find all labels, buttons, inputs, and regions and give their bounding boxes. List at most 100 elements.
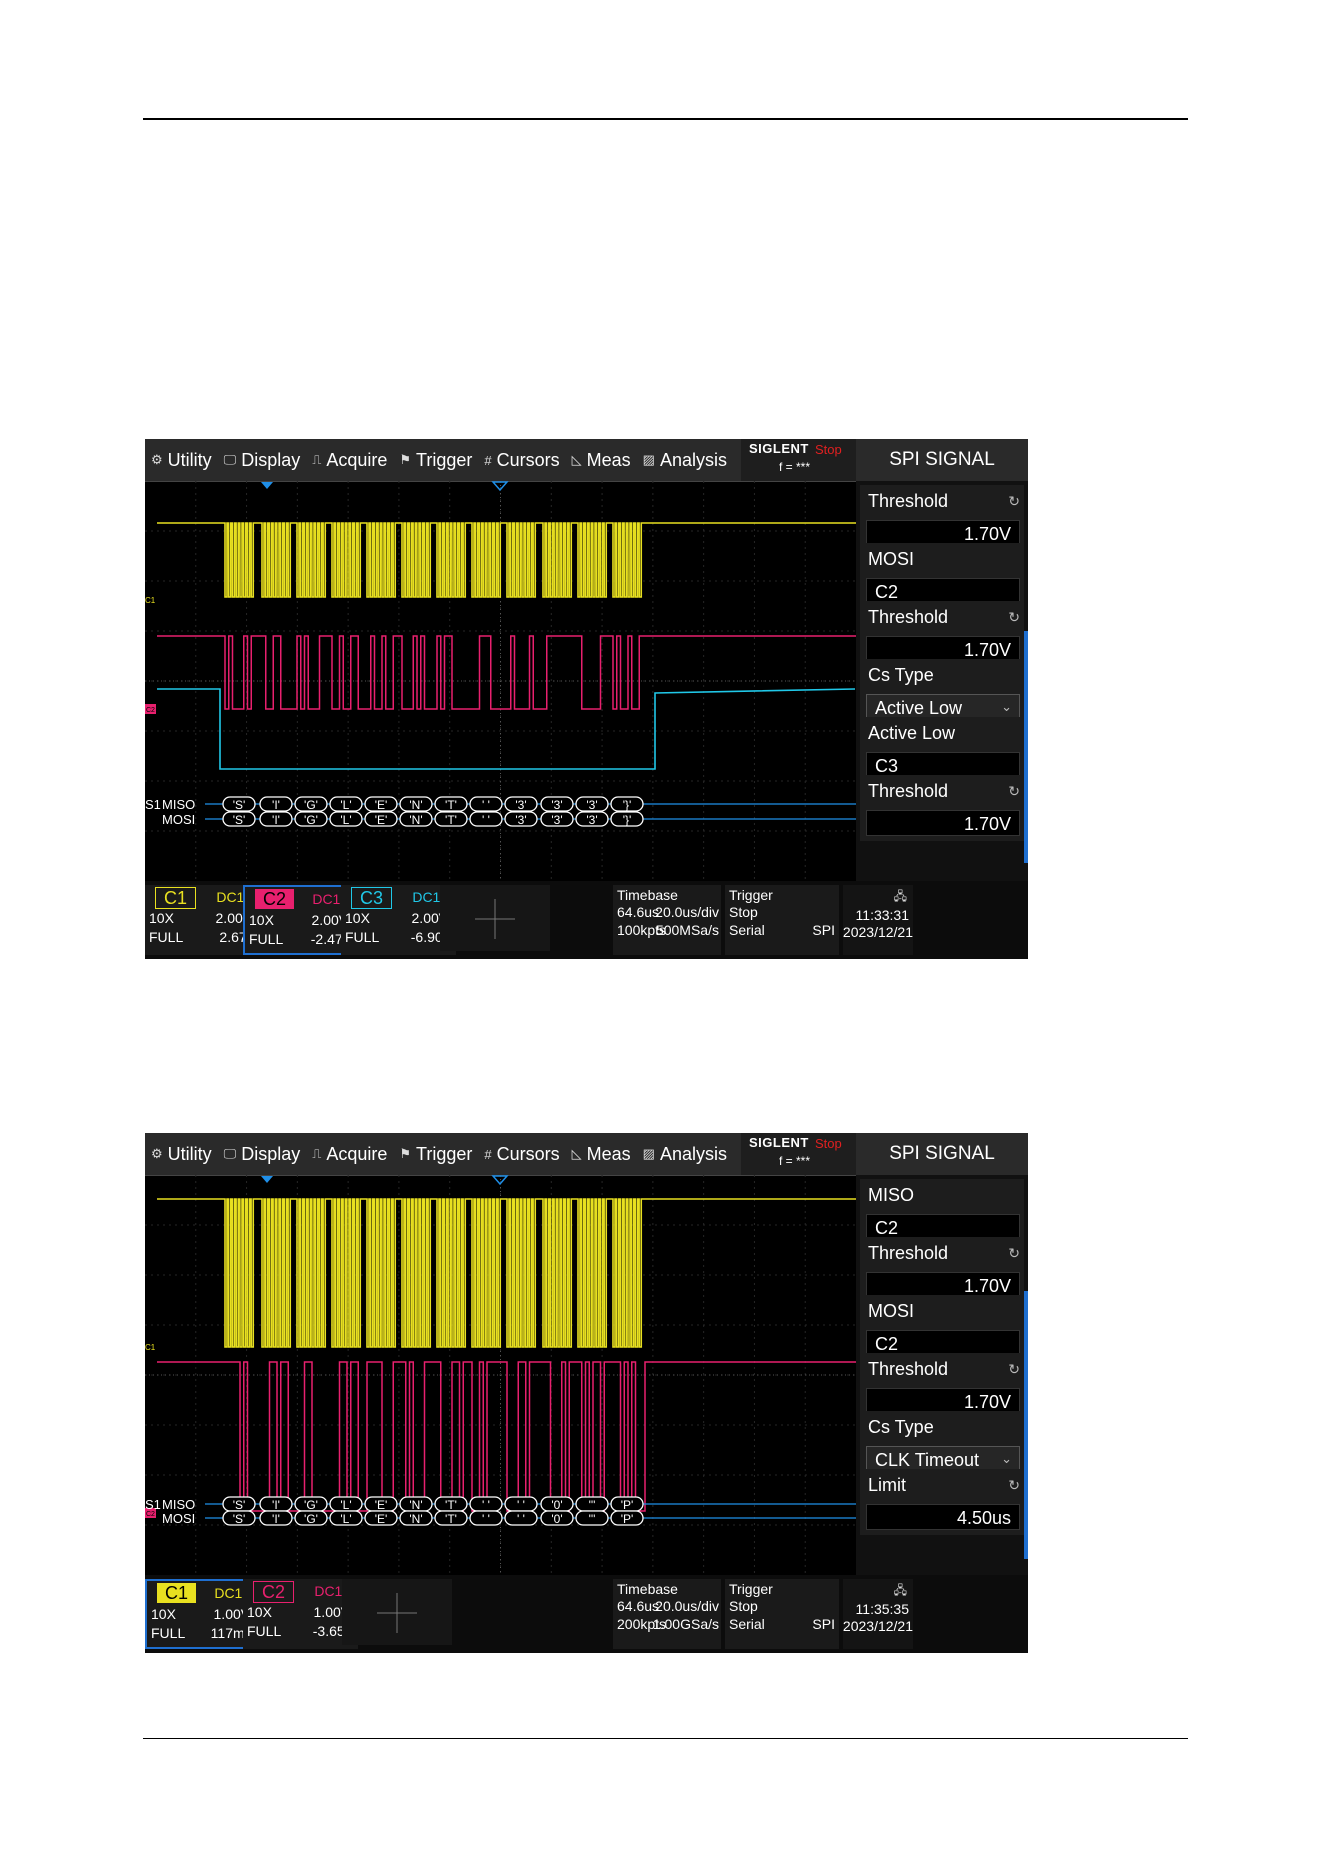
trigger-position-marker[interactable]: [261, 482, 273, 489]
mosi-decoded-byte[interactable]: 'L': [329, 1510, 363, 1526]
mosi-decoded-byte[interactable]: '3': [504, 811, 538, 827]
mosi-decoded-byte[interactable]: 'P': [610, 1510, 644, 1526]
miso-decoded-byte[interactable]: 'L': [329, 796, 363, 812]
mosi-decoded-byte[interactable]: 'T': [434, 811, 468, 827]
miso-decoded-byte[interactable]: 'E': [364, 1496, 398, 1512]
panel-item-active-low[interactable]: Active Low C3: [860, 717, 1024, 783]
mosi-decoded-byte[interactable]: ' ': [469, 1510, 503, 1526]
timebase-box[interactable]: Timebase 64.6us 20.0us/div 200kpts 1.00GSa/s: [613, 1579, 721, 1649]
mosi-decoded-byte[interactable]: 'E': [364, 811, 398, 827]
timebase-box[interactable]: Timebase 64.6us 20.0us/div 100kpts 500MSa/s: [613, 885, 721, 955]
oscilloscope-screen-2: ⚙ Utility 🖵 Display ⎍ Acquire ⚑ Trigger # Cur…: [145, 1133, 1028, 1653]
panel-scrollbar[interactable]: [1024, 631, 1028, 863]
mosi-decoded-byte[interactable]: 'G': [294, 1510, 328, 1526]
miso-decoded-byte[interactable]: 'I': [259, 796, 293, 812]
menu-cursors[interactable]: # Cursors: [478, 1133, 565, 1175]
panel-item-mosi[interactable]: MOSI C2: [860, 1295, 1024, 1361]
menu-trigger[interactable]: ⚑ Trigger: [393, 439, 478, 481]
channel-box-c3[interactable]: C3 DC1M 10X 2.00V/FULL -6.90V: [341, 885, 456, 955]
menu-meas[interactable]: ◺ Meas: [566, 1133, 637, 1175]
channel-box-c2[interactable]: C2 DC1M 10X 1.00V/FULL -3.65V: [243, 1579, 358, 1649]
mosi-decoded-byte[interactable]: 'L': [329, 811, 363, 827]
c1-clock-trace: [157, 522, 856, 598]
add-channel-button[interactable]: [440, 885, 550, 951]
trigger-box[interactable]: Trigger Stop Serial SPI: [725, 1579, 839, 1649]
refresh-icon: ↻: [1008, 609, 1020, 625]
miso-decoded-byte[interactable]: 'S': [222, 796, 256, 812]
decoded-byte-text: '3': [551, 813, 562, 827]
panel-item-value[interactable]: 1.70V: [866, 810, 1020, 836]
trigger-position-marker[interactable]: [261, 1176, 273, 1183]
mosi-decoded-byte[interactable]: ' ': [469, 811, 503, 827]
miso-decoded-byte[interactable]: 'G': [294, 1496, 328, 1512]
miso-decoded-byte[interactable]: '3': [540, 796, 574, 812]
mosi-decoded-byte[interactable]: ' ': [504, 1510, 538, 1526]
panel-item-threshold[interactable]: Threshold ↻ 1.70V: [860, 1353, 1024, 1419]
miso-decoded-byte[interactable]: 'T': [434, 1496, 468, 1512]
panel-scrollbar[interactable]: [1024, 1291, 1028, 1559]
panel-item-cs-type[interactable]: Cs Type Active Low ⌄: [860, 659, 1024, 725]
menu-acquire[interactable]: ⎍ Acquire: [306, 439, 393, 481]
refresh-icon: ↻: [1008, 1245, 1020, 1261]
miso-decoded-byte[interactable]: '}': [610, 796, 644, 812]
miso-decoded-byte[interactable]: ' ': [469, 1496, 503, 1512]
miso-decoded-byte[interactable]: ' ': [469, 796, 503, 812]
miso-decoded-byte[interactable]: 'I': [259, 1496, 293, 1512]
panel-item-threshold[interactable]: Threshold ↻ 1.70V: [860, 1237, 1024, 1303]
miso-decoded-byte[interactable]: 'E': [364, 796, 398, 812]
mosi-decoded-byte[interactable]: 'E': [364, 1510, 398, 1526]
menu-trigger[interactable]: ⚑ Trigger: [393, 1133, 478, 1175]
panel-item-cs-type[interactable]: Cs Type CLK Timeout ⌄: [860, 1411, 1024, 1477]
menu-acquire[interactable]: ⎍ Acquire: [306, 1133, 393, 1175]
panel-item-mosi[interactable]: MOSI C2: [860, 543, 1024, 609]
trigger-title: Trigger: [729, 887, 773, 903]
menu-analysis[interactable]: ▨ Analysis: [637, 439, 733, 481]
mosi-decoded-byte[interactable]: 'I': [259, 811, 293, 827]
miso-decoded-byte[interactable]: 'G': [294, 796, 328, 812]
menu-cursors[interactable]: # Cursors: [478, 439, 565, 481]
mosi-decoded-byte[interactable]: 'N': [399, 811, 433, 827]
mosi-decoded-byte[interactable]: 'N': [399, 1510, 433, 1526]
miso-decoded-byte[interactable]: 'N': [399, 796, 433, 812]
miso-decoded-byte[interactable]: 'S': [222, 1496, 256, 1512]
brand-area[interactable]: SIGLENT Stop f = ***: [741, 439, 856, 481]
miso-decoded-byte[interactable]: '0': [540, 1496, 574, 1512]
add-channel-button[interactable]: [342, 1579, 452, 1645]
menu-utility[interactable]: ⚙ Utility: [145, 1133, 218, 1175]
panel-item-threshold[interactable]: Threshold ↻ 1.70V: [860, 775, 1024, 841]
panel-item-threshold[interactable]: Threshold ↻ 1.70V: [860, 601, 1024, 667]
decoded-byte-text: ' ': [482, 813, 490, 827]
brand-area[interactable]: SIGLENT Stop f = ***: [741, 1133, 856, 1175]
mosi-decoded-byte[interactable]: '0': [540, 1510, 574, 1526]
c1-ground-marker[interactable]: C1: [145, 596, 156, 605]
mosi-decoded-byte[interactable]: 'S': [222, 811, 256, 827]
miso-decoded-byte[interactable]: '3': [504, 796, 538, 812]
mosi-decoded-byte[interactable]: 'T': [434, 1510, 468, 1526]
menu-analysis[interactable]: ▨ Analysis: [637, 1133, 733, 1175]
mosi-decoded-byte[interactable]: 'G': [294, 811, 328, 827]
menu-display[interactable]: 🖵 Display: [218, 439, 307, 481]
menu-utility[interactable]: ⚙ Utility: [145, 439, 218, 481]
miso-decoded-byte[interactable]: 'T': [434, 796, 468, 812]
mosi-decoded-byte[interactable]: '3': [575, 811, 609, 827]
miso-decoded-byte[interactable]: ''': [575, 1496, 609, 1512]
mosi-decoded-byte[interactable]: '3': [540, 811, 574, 827]
miso-decoded-byte[interactable]: 'N': [399, 1496, 433, 1512]
trigger-box[interactable]: Trigger Stop Serial SPI: [725, 885, 839, 955]
panel-item-miso[interactable]: MISO C2: [860, 1179, 1024, 1245]
miso-decoded-byte[interactable]: ' ': [504, 1496, 538, 1512]
panel-item-value[interactable]: 4.50us: [866, 1504, 1020, 1530]
mosi-decoded-byte[interactable]: ''': [575, 1510, 609, 1526]
panel-item-threshold[interactable]: Threshold ↻ 1.70V: [860, 485, 1024, 551]
miso-decoded-byte[interactable]: '3': [575, 796, 609, 812]
menu-display[interactable]: 🖵 Display: [218, 1133, 307, 1175]
mosi-decoded-byte[interactable]: 'S': [222, 1510, 256, 1526]
mosi-decoded-byte[interactable]: 'I': [259, 1510, 293, 1526]
mosi-decoded-byte[interactable]: '}': [610, 811, 644, 827]
panel-item-limit[interactable]: Limit ↻ 4.50us: [860, 1469, 1024, 1535]
menu-meas[interactable]: ◺ Meas: [566, 439, 637, 481]
c1-ground-marker[interactable]: C1: [145, 1343, 156, 1352]
miso-decoded-byte[interactable]: 'L': [329, 1496, 363, 1512]
miso-decoded-byte[interactable]: 'P': [610, 1496, 644, 1512]
refresh-icon: ↻: [1008, 1477, 1020, 1493]
